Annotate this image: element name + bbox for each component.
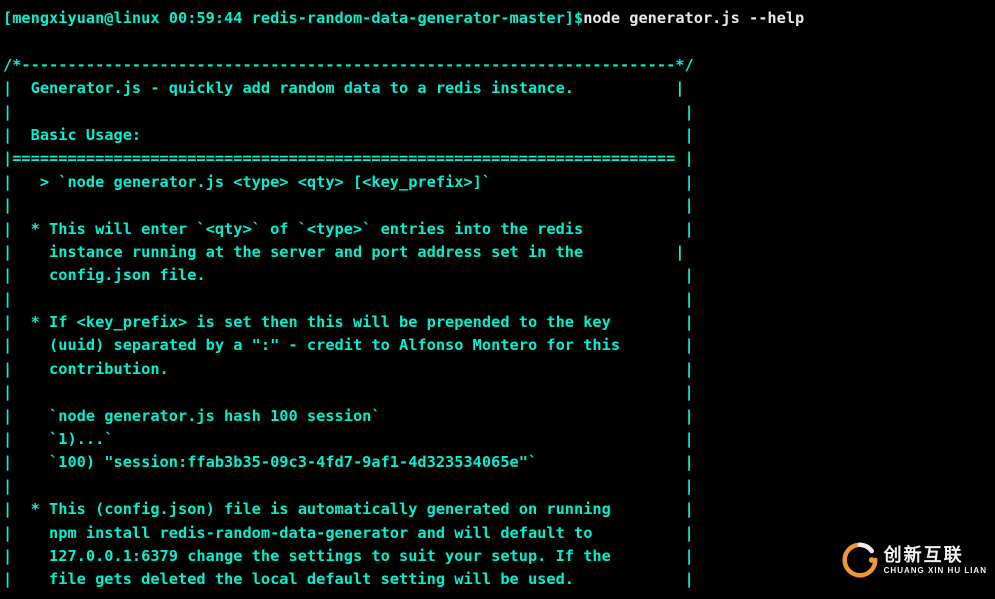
logo-icon [842,542,878,578]
prompt-user-host: [mengxiyuan@linux [3,9,169,27]
terminal-output[interactable]: [mengxiyuan@linux 00:59:44 redis-random-… [0,0,995,599]
watermark: 创新互联 CHUANG XIN HU LIAN [842,542,987,578]
typed-command: node generator.js --help [583,9,804,27]
shell-prompt: [mengxiyuan@linux 00:59:44 redis-random-… [3,9,804,27]
prompt-time: 00:59:44 [169,9,252,27]
prompt-dir: redis-random-data-generator-master]$ [252,9,584,27]
command-output: /*--------------------------------------… [3,56,694,589]
watermark-text: 创新互联 CHUANG XIN HU LIAN [884,545,987,575]
watermark-cn: 创新互联 [884,545,987,566]
watermark-en: CHUANG XIN HU LIAN [884,566,987,575]
